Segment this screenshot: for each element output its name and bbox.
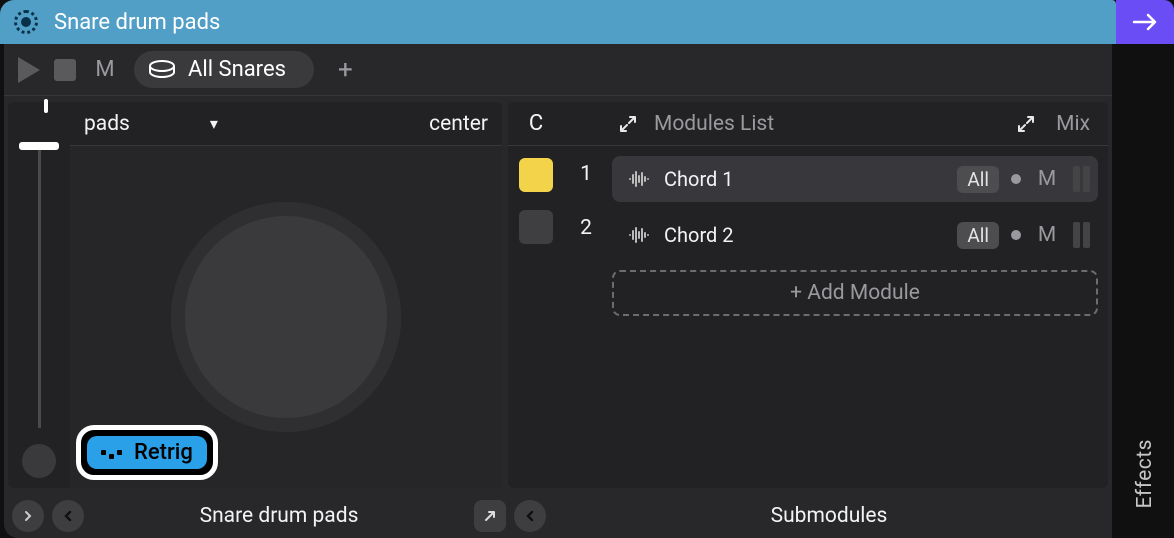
add-module-button[interactable]: + Add Module bbox=[612, 270, 1098, 316]
waveform-icon bbox=[626, 226, 652, 244]
color-column bbox=[508, 146, 564, 488]
module-name: Chord 1 bbox=[664, 167, 945, 191]
submodules-back-button[interactable] bbox=[514, 500, 546, 532]
effects-tab-label[interactable]: Effects bbox=[1133, 439, 1157, 508]
open-external-button[interactable] bbox=[474, 500, 506, 532]
nav-back-button[interactable] bbox=[52, 500, 84, 532]
pan-knob[interactable] bbox=[22, 444, 56, 478]
mix-column-header: Mix bbox=[1046, 112, 1108, 136]
modules-list-header: Modules List bbox=[648, 112, 774, 136]
module-name: Chord 2 bbox=[664, 223, 945, 247]
modules-list: Chord 1 All M Chord 2 All bbox=[608, 146, 1108, 488]
title-bar: Snare drum pads bbox=[0, 0, 1116, 44]
color-swatch-2[interactable] bbox=[519, 210, 553, 244]
module-level-meter bbox=[1073, 222, 1090, 248]
module-active-dot[interactable] bbox=[1011, 174, 1021, 184]
waveform-icon bbox=[626, 170, 652, 188]
stop-button[interactable] bbox=[54, 59, 76, 81]
pad-header: pads ▾ center bbox=[70, 102, 502, 146]
retrig-highlight: Retrig bbox=[76, 425, 218, 480]
expand-left-icon[interactable] bbox=[608, 114, 648, 134]
pad-mode-label: center bbox=[429, 112, 488, 136]
drum-icon bbox=[148, 59, 176, 81]
app-logo-icon bbox=[14, 10, 38, 34]
mute-button[interactable]: M bbox=[90, 57, 120, 82]
volume-fader[interactable] bbox=[38, 144, 41, 428]
module-level-meter bbox=[1073, 166, 1090, 192]
color-swatch-1[interactable] bbox=[519, 158, 553, 192]
module-mute-button[interactable]: M bbox=[1033, 223, 1061, 247]
add-tab-button[interactable]: + bbox=[328, 55, 363, 85]
drum-pad[interactable] bbox=[171, 202, 401, 432]
module-index: 1 bbox=[580, 162, 592, 186]
footer-left-label: Snare drum pads bbox=[92, 504, 466, 528]
index-column: 1 2 bbox=[564, 146, 608, 488]
tab-label: All Snares bbox=[188, 57, 286, 82]
footer-bar: Snare drum pads Submodules bbox=[4, 494, 1112, 538]
modules-panel: C Modules List Mix bbox=[508, 102, 1108, 488]
retrig-button[interactable]: Retrig bbox=[87, 436, 207, 469]
module-mute-button[interactable]: M bbox=[1033, 167, 1061, 191]
side-next-button[interactable] bbox=[1116, 0, 1174, 44]
module-scope-badge[interactable]: All bbox=[957, 166, 999, 193]
pads-selector[interactable]: pads ▾ bbox=[84, 112, 218, 136]
window-title: Snare drum pads bbox=[54, 10, 220, 35]
tab-all-snares[interactable]: All Snares bbox=[134, 51, 314, 88]
pad-panel: pads ▾ center Re bbox=[8, 102, 502, 488]
retrig-label: Retrig bbox=[134, 440, 193, 465]
play-button[interactable] bbox=[18, 57, 40, 83]
module-row[interactable]: Chord 1 All M bbox=[612, 156, 1098, 202]
pads-selector-label: pads bbox=[84, 112, 130, 136]
add-module-label: + Add Module bbox=[790, 281, 920, 305]
retrig-icon bbox=[101, 450, 122, 455]
fader-column bbox=[8, 102, 70, 488]
modules-header: C Modules List Mix bbox=[508, 102, 1108, 146]
module-index: 2 bbox=[580, 216, 592, 240]
module-active-dot[interactable] bbox=[1011, 230, 1021, 240]
expand-right-icon[interactable] bbox=[1006, 114, 1046, 134]
footer-right-label: Submodules bbox=[554, 504, 1104, 528]
module-scope-badge[interactable]: All bbox=[957, 222, 999, 249]
chevron-down-icon: ▾ bbox=[210, 114, 218, 133]
nav-forward-button[interactable] bbox=[12, 500, 44, 532]
color-column-header: C bbox=[508, 111, 564, 136]
fader-handle[interactable] bbox=[19, 142, 59, 150]
side-panel: Effects bbox=[1116, 0, 1174, 538]
module-row[interactable]: Chord 2 All M bbox=[612, 212, 1098, 258]
knob-indicator bbox=[44, 99, 48, 113]
pad-canvas: Retrig bbox=[70, 146, 502, 488]
transport-bar: M All Snares + bbox=[4, 44, 1112, 96]
